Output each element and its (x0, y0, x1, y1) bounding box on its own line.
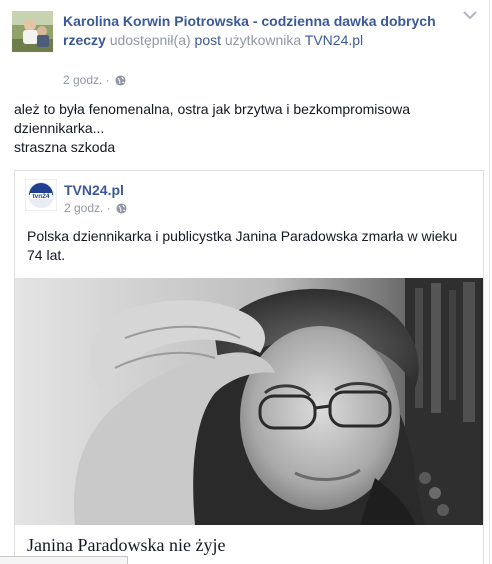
shared-meta: 2 godz. · (64, 201, 127, 215)
chevron-down-icon[interactable] (463, 10, 477, 20)
tvn24-logo-text: tvn24 (33, 193, 50, 200)
article-image[interactable] (15, 278, 483, 525)
globe-icon[interactable] (115, 75, 126, 86)
of-user-text: użytkownika (224, 32, 302, 48)
post-header: Karolina Korwin Piotrowska - codzienna d… (63, 12, 463, 50)
globe-icon[interactable] (116, 203, 127, 214)
feed-post: Karolina Korwin Piotrowska - codzienna d… (0, 0, 490, 564)
bottom-scroll-strip (0, 556, 128, 564)
post-text: ależ to była fenomenalna, ostra jak brzy… (14, 100, 474, 157)
post-timestamp[interactable]: 2 godz. (63, 73, 102, 87)
shared-post-card[interactable]: tvn24 TVN24.pl 2 godz. · Polska dziennik… (14, 170, 484, 564)
tvn24-logo[interactable]: tvn24 (25, 179, 57, 211)
post-text-line: ależ to była fenomenalna, ostra jak brzy… (14, 101, 411, 117)
shared-timestamp[interactable]: 2 godz. (64, 201, 103, 215)
article-title[interactable]: Janina Paradowska nie żyje (27, 535, 225, 556)
post-link[interactable]: post (195, 32, 221, 48)
post-meta: 2 godz. · (63, 72, 126, 88)
source-page-link[interactable]: TVN24.pl (305, 32, 363, 48)
shared-action-text: udostępnił(a) (109, 32, 191, 48)
shared-post-text: Polska dziennikarka i publicystka Janina… (27, 228, 458, 263)
post-text-line: dziennikarka... (14, 120, 105, 136)
avatar[interactable] (12, 11, 53, 52)
shared-page-name[interactable]: TVN24.pl (64, 182, 124, 198)
post-text-line: straszna szkoda (14, 139, 116, 155)
